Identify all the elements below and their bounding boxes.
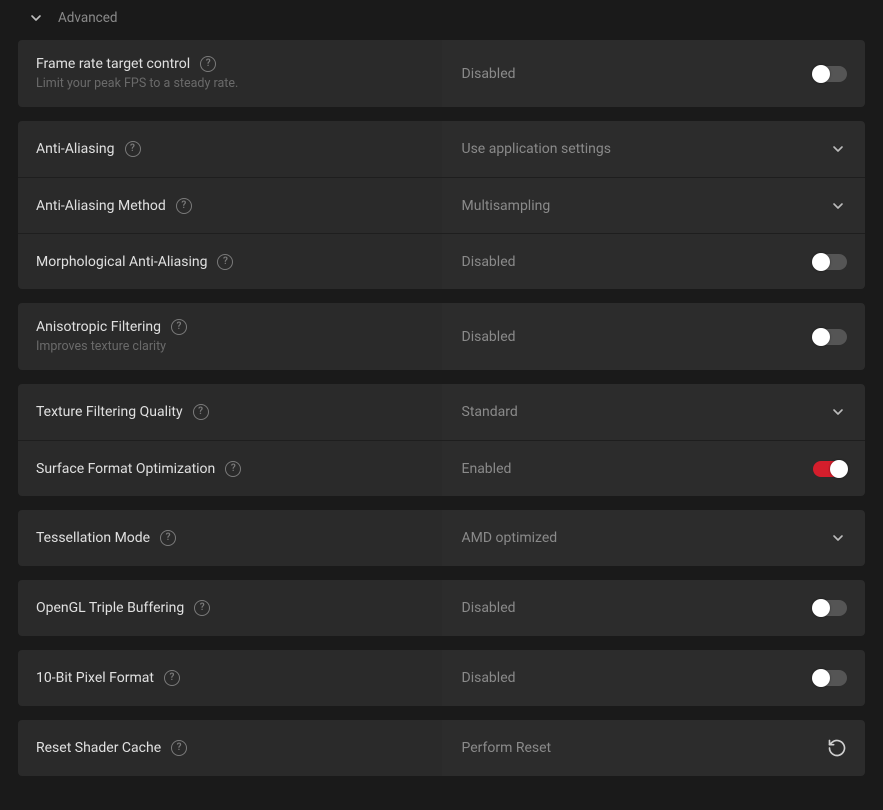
setting-title: Texture Filtering Quality (36, 404, 183, 420)
setting-value: Perform Reset (462, 740, 552, 756)
setting-control-area: Disabled (442, 650, 866, 706)
settings-group: Anti-AliasingUse application settingsAnt… (18, 121, 865, 289)
help-icon[interactable] (171, 740, 187, 756)
toggle-switch[interactable] (813, 66, 847, 82)
setting-subtitle: Limit your peak FPS to a steady rate. (36, 76, 424, 91)
toggle-switch[interactable] (813, 670, 847, 686)
chevron-down-icon[interactable] (829, 529, 847, 547)
setting-label-area: 10-Bit Pixel Format (18, 650, 442, 706)
setting-control-area[interactable]: Standard (442, 384, 866, 440)
help-icon[interactable] (125, 141, 141, 157)
help-icon[interactable] (160, 530, 176, 546)
setting-title: Anti-Aliasing (36, 141, 115, 157)
reset-icon[interactable] (827, 738, 847, 758)
settings-group: Texture Filtering Quality Standard Surface… (18, 384, 865, 496)
setting-title: Frame rate target control (36, 56, 190, 72)
setting-title: Reset Shader Cache (36, 740, 161, 756)
toggle-switch[interactable] (813, 329, 847, 345)
setting-label-area: Surface Format Optimization (18, 441, 442, 496)
setting-value: Standard (462, 404, 518, 420)
setting-control-area[interactable]: Multisampling (442, 178, 866, 233)
toggle-knob (812, 599, 830, 617)
settings-group: Frame rate target control Limit your peak… (18, 40, 865, 107)
setting-row-tfq: Texture Filtering Quality Standard (18, 384, 865, 440)
help-icon[interactable] (193, 404, 209, 420)
settings-group: 10-Bit Pixel Format Disabled (18, 650, 865, 706)
setting-row-aa-method: Anti-Aliasing Method Multisampling (18, 177, 865, 233)
setting-control-area[interactable]: Perform Reset (442, 720, 866, 776)
setting-subtitle: Improves texture clarity (36, 339, 424, 354)
help-icon[interactable] (176, 198, 192, 214)
setting-label-area: Texture Filtering Quality (18, 384, 442, 440)
setting-label-area: Reset Shader Cache (18, 720, 442, 776)
setting-title: OpenGL Triple Buffering (36, 600, 184, 616)
setting-value: Disabled (462, 329, 516, 345)
help-icon[interactable] (225, 461, 241, 477)
setting-control-area: Enabled (442, 441, 866, 496)
toggle-knob (812, 253, 830, 271)
setting-row-tess: Tessellation Mode AMD optimized (18, 510, 865, 566)
toggle-switch[interactable] (813, 254, 847, 270)
help-icon[interactable] (217, 254, 233, 270)
advanced-section-title: Advanced (58, 10, 118, 26)
setting-title: Morphological Anti-Aliasing (36, 254, 207, 270)
setting-value: Disabled (462, 254, 516, 270)
setting-value: Disabled (462, 66, 516, 82)
setting-value: Disabled (462, 670, 516, 686)
setting-value: Disabled (462, 600, 516, 616)
toggle-knob (830, 460, 848, 478)
settings-group: Anisotropic Filtering Improves texture cl… (18, 303, 865, 370)
setting-label-area: Morphological Anti-Aliasing (18, 234, 442, 289)
setting-title: Tessellation Mode (36, 530, 150, 546)
setting-title: Anti-Aliasing Method (36, 198, 166, 214)
setting-label-area: Anti-Aliasing Method (18, 178, 442, 233)
toggle-switch[interactable] (813, 461, 847, 477)
toggle-knob (812, 65, 830, 83)
setting-row-mlaa: Morphological Anti-Aliasing Disabled (18, 233, 865, 289)
setting-title: Anisotropic Filtering (36, 319, 161, 335)
setting-row-aniso: Anisotropic Filtering Improves texture cl… (18, 303, 865, 370)
setting-row-10bit: 10-Bit Pixel Format Disabled (18, 650, 865, 706)
setting-title: Surface Format Optimization (36, 461, 215, 477)
setting-title: 10-Bit Pixel Format (36, 670, 154, 686)
setting-value: Multisampling (462, 198, 551, 214)
setting-control-area: Disabled (442, 580, 866, 636)
setting-label-area: OpenGL Triple Buffering (18, 580, 442, 636)
settings-group: Tessellation Mode AMD optimized (18, 510, 865, 566)
toggle-knob (812, 669, 830, 687)
chevron-down-icon[interactable] (829, 140, 847, 158)
setting-control-area: Disabled (442, 234, 866, 289)
toggle-switch[interactable] (813, 600, 847, 616)
setting-label-area: Frame rate target control Limit your peak… (18, 40, 442, 107)
setting-row-aa: Anti-Aliasing Use application settings (18, 121, 865, 177)
setting-control-area: Disabled (442, 40, 866, 107)
setting-control-area[interactable]: AMD optimized (442, 510, 866, 566)
setting-label-area: Tessellation Mode (18, 510, 442, 566)
setting-value: Enabled (462, 461, 512, 477)
toggle-knob (812, 328, 830, 346)
chevron-down-icon (28, 10, 44, 26)
settings-group: Reset Shader Cache Perform Reset (18, 720, 865, 776)
chevron-down-icon[interactable] (829, 403, 847, 421)
help-icon[interactable] (200, 56, 216, 72)
help-icon[interactable] (194, 600, 210, 616)
setting-row-shader-reset: Reset Shader Cache Perform Reset (18, 720, 865, 776)
advanced-section-header[interactable]: Advanced (18, 0, 865, 40)
setting-value: Use application settings (462, 141, 612, 157)
setting-label-area: Anisotropic Filtering Improves texture cl… (18, 303, 442, 370)
setting-control-area: Disabled (442, 303, 866, 370)
help-icon[interactable] (164, 670, 180, 686)
setting-row-frtc: Frame rate target control Limit your peak… (18, 40, 865, 107)
setting-value: AMD optimized (462, 530, 558, 546)
setting-control-area[interactable]: Use application settings (442, 121, 866, 177)
setting-row-sfo: Surface Format Optimization Enabled (18, 440, 865, 496)
settings-group: OpenGL Triple Buffering Disabled (18, 580, 865, 636)
setting-label-area: Anti-Aliasing (18, 121, 442, 177)
chevron-down-icon[interactable] (829, 197, 847, 215)
setting-row-ogl-tb: OpenGL Triple Buffering Disabled (18, 580, 865, 636)
help-icon[interactable] (171, 319, 187, 335)
